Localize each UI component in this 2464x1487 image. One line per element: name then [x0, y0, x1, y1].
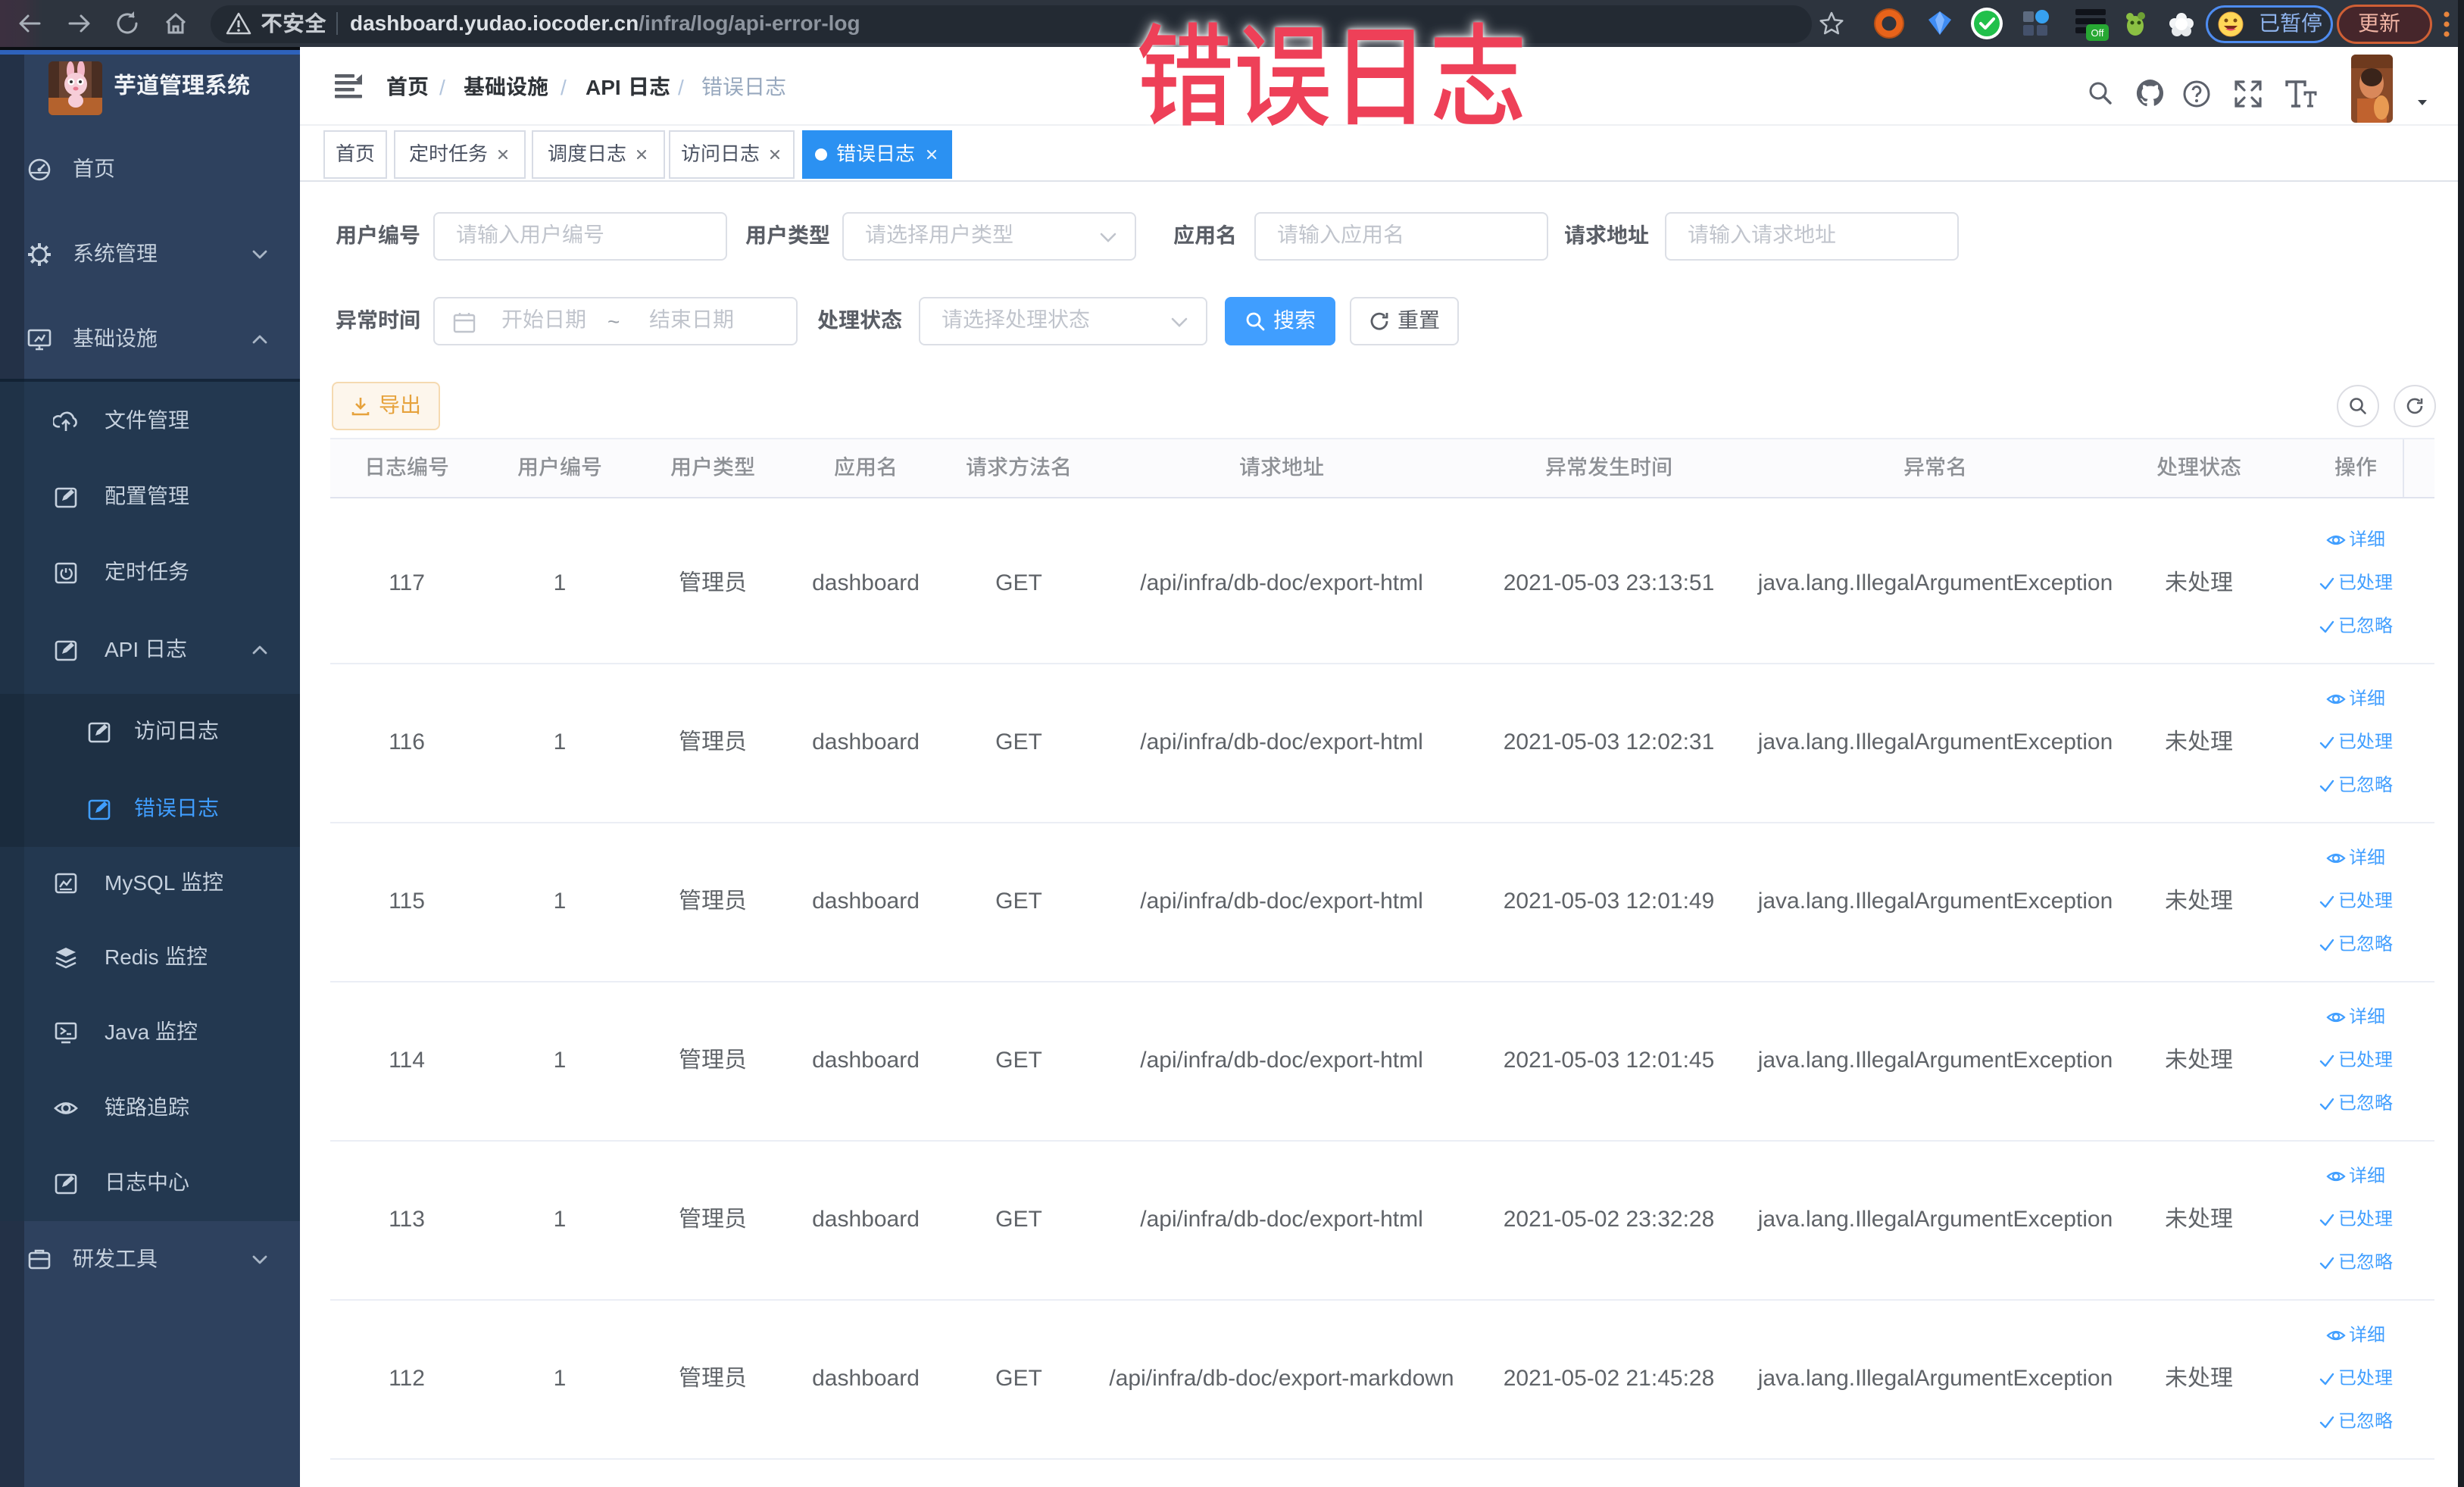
svg-text:Off: Off — [2091, 27, 2103, 39]
